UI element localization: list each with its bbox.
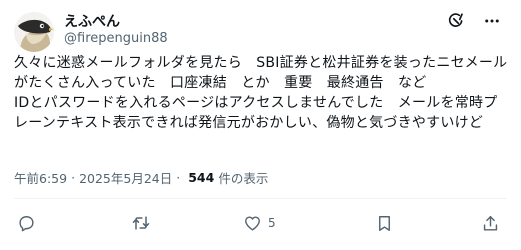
views-label: 件の表示 [218,171,269,186]
grok-icon [448,13,463,27]
reply-icon [19,215,34,231]
like-button[interactable]: 5 [243,212,276,234]
penguin-avatar-icon [14,12,54,52]
retweet-icon [132,216,150,230]
share-icon [483,215,498,231]
tweet-text: 久々に迷惑メールフォルダを見たら SBI証券と松井証券を装ったニセメールがたくさ… [14,55,508,131]
meta-separator: · [71,170,76,185]
more-icon [485,19,499,23]
heart-icon [245,215,260,231]
views-count[interactable]: 544 [188,170,214,185]
bookmark-icon [379,215,390,231]
tweet-date[interactable]: 2025年5月24日 [79,168,172,187]
retweet-button[interactable] [131,212,157,234]
grok-button[interactable] [444,9,468,33]
bookmark-button[interactable] [375,212,400,234]
meta-separator: · [176,170,181,185]
share-button[interactable] [481,212,506,234]
display-name[interactable]: えふぺん [64,11,120,31]
like-count: 5 [268,216,276,230]
avatar[interactable] [14,12,54,52]
user-handle[interactable]: @firepenguin88 [64,31,168,46]
divider [14,198,507,199]
tweet-time[interactable]: 午前6:59 [14,168,67,187]
tweet-meta: 午前6:59 · 2025年5月24日 · 544 件の表示 [14,168,268,187]
reply-button[interactable] [17,212,42,234]
more-button[interactable] [480,9,504,33]
